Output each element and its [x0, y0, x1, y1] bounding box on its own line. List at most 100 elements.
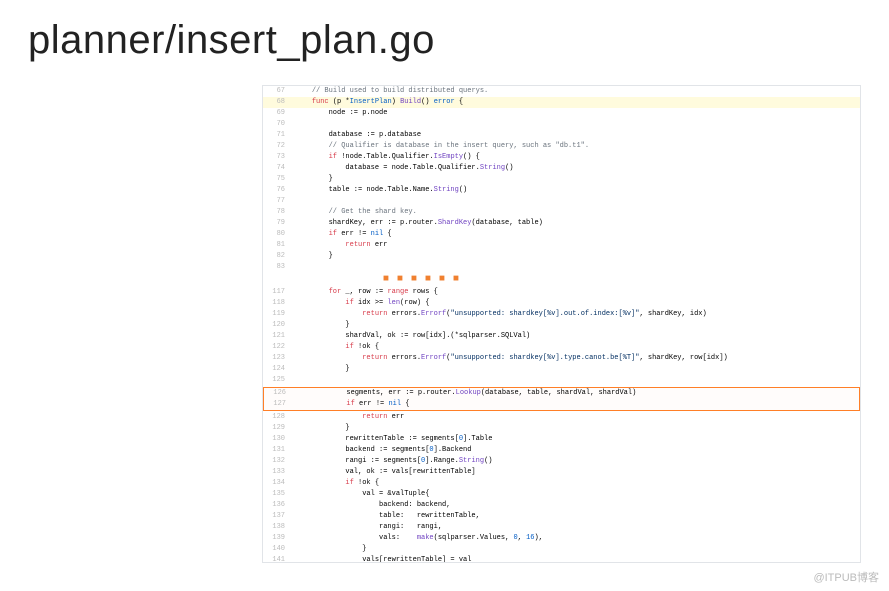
code-line: 82 } — [263, 251, 860, 262]
code-content: for _, row := range rows { — [291, 287, 860, 298]
code-content: rangi := segments[0].Range.String() — [291, 456, 860, 467]
code-line: 130 rewrittenTable := segments[0].Table — [263, 434, 860, 445]
code-line: 126 segments, err := p.router.Lookup(dat… — [264, 388, 859, 399]
code-content: } — [291, 320, 860, 331]
code-line: 74 database = node.Table.Qualifier.Strin… — [263, 163, 860, 174]
code-content: node := p.node — [291, 108, 860, 119]
line-number: 79 — [263, 218, 291, 229]
code-content: func (p *InsertPlan) Build() error { — [291, 97, 860, 108]
code-content: } — [291, 174, 860, 185]
code-line: 129 } — [263, 423, 860, 434]
code-line: 69 node := p.node — [263, 108, 860, 119]
line-number: 68 — [263, 97, 291, 108]
code-content: database := p.database — [291, 130, 860, 141]
code-body: 67 // Build used to build distributed qu… — [263, 86, 860, 563]
line-number: 83 — [263, 262, 291, 273]
highlighted-code-box: 126 segments, err := p.router.Lookup(dat… — [263, 387, 860, 411]
code-content: return errors.Errorf("unsupported: shard… — [291, 309, 860, 320]
code-line: 137 table: rewrittenTable, — [263, 511, 860, 522]
code-line: 127 if err != nil { — [264, 399, 859, 410]
code-line: 73 if !node.Table.Qualifier.IsEmpty() { — [263, 152, 860, 163]
code-line: 123 return errors.Errorf("unsupported: s… — [263, 353, 860, 364]
code-line: 81 return err — [263, 240, 860, 251]
code-line: 121 shardVal, ok := row[idx].(*sqlparser… — [263, 331, 860, 342]
code-line: 71 database := p.database — [263, 130, 860, 141]
code-content: } — [291, 423, 860, 434]
code-content: val, ok := vals[rewrittenTable] — [291, 467, 860, 478]
code-content: val = &valTuple{ — [291, 489, 860, 500]
line-number: 127 — [264, 399, 292, 410]
code-line: 138 rangi: rangi, — [263, 522, 860, 533]
line-number: 82 — [263, 251, 291, 262]
code-line: 139 vals: make(sqlparser.Values, 0, 16), — [263, 533, 860, 544]
code-content: return errors.Errorf("unsupported: shard… — [291, 353, 860, 364]
line-number: 133 — [263, 467, 291, 478]
code-content: table := node.Table.Name.String() — [291, 185, 860, 196]
code-content: // Qualifier is database in the insert q… — [291, 141, 860, 152]
line-number: 134 — [263, 478, 291, 489]
line-number: 118 — [263, 298, 291, 309]
code-content: } — [291, 251, 860, 262]
watermark: @ITPUB博客 — [813, 569, 879, 585]
code-ellipsis: ■ ■ ■ ■ ■ ■ — [263, 273, 860, 287]
code-line: 76 table := node.Table.Name.String() — [263, 185, 860, 196]
code-content: shardKey, err := p.router.ShardKey(datab… — [291, 218, 860, 229]
code-line: 133 val, ok := vals[rewrittenTable] — [263, 467, 860, 478]
code-line: 124 } — [263, 364, 860, 375]
code-line: 122 if !ok { — [263, 342, 860, 353]
code-line: 134 if !ok { — [263, 478, 860, 489]
code-content: // Build used to build distributed query… — [291, 86, 860, 97]
line-number: 71 — [263, 130, 291, 141]
line-number: 73 — [263, 152, 291, 163]
code-content: database = node.Table.Qualifier.String() — [291, 163, 860, 174]
line-number: 78 — [263, 207, 291, 218]
line-number: 75 — [263, 174, 291, 185]
code-content: if !ok { — [291, 478, 860, 489]
code-content: if !ok { — [291, 342, 860, 353]
line-number: 81 — [263, 240, 291, 251]
line-number: 139 — [263, 533, 291, 544]
code-content: rewrittenTable := segments[0].Table — [291, 434, 860, 445]
line-number: 119 — [263, 309, 291, 320]
code-line: 117 for _, row := range rows { — [263, 287, 860, 298]
code-line: 135 val = &valTuple{ — [263, 489, 860, 500]
code-line: 72 // Qualifier is database in the inser… — [263, 141, 860, 152]
line-number: 137 — [263, 511, 291, 522]
code-content: if !node.Table.Qualifier.IsEmpty() { — [291, 152, 860, 163]
code-content: backend := segments[0].Backend — [291, 445, 860, 456]
line-number: 124 — [263, 364, 291, 375]
code-line: 79 shardKey, err := p.router.ShardKey(da… — [263, 218, 860, 229]
code-content: } — [291, 544, 860, 555]
code-line: 77 — [263, 196, 860, 207]
code-content: if err != nil { — [291, 229, 860, 240]
code-line: 78 // Get the shard key. — [263, 207, 860, 218]
code-content: rangi: rangi, — [291, 522, 860, 533]
code-line: 70 — [263, 119, 860, 130]
code-line: 125 — [263, 375, 860, 386]
code-content: if idx >= len(row) { — [291, 298, 860, 309]
line-number: 76 — [263, 185, 291, 196]
code-content: // Get the shard key. — [291, 207, 860, 218]
code-line: 67 // Build used to build distributed qu… — [263, 86, 860, 97]
code-content: vals[rewrittenTable] = val — [291, 555, 860, 563]
code-line: 128 return err — [263, 412, 860, 423]
line-number: 69 — [263, 108, 291, 119]
code-line: 136 backend: backend, — [263, 500, 860, 511]
code-line: 140 } — [263, 544, 860, 555]
code-content: segments, err := p.router.Lookup(databas… — [292, 388, 859, 399]
code-content: vals: make(sqlparser.Values, 0, 16), — [291, 533, 860, 544]
code-content: shardVal, ok := row[idx].(*sqlparser.SQL… — [291, 331, 860, 342]
line-number: 141 — [263, 555, 291, 563]
line-number: 130 — [263, 434, 291, 445]
line-number: 123 — [263, 353, 291, 364]
code-content: if err != nil { — [292, 399, 859, 410]
code-content: } — [291, 364, 860, 375]
code-line: 118 if idx >= len(row) { — [263, 298, 860, 309]
line-number: 140 — [263, 544, 291, 555]
code-line: 120 } — [263, 320, 860, 331]
line-number: 80 — [263, 229, 291, 240]
line-number: 125 — [263, 375, 291, 386]
line-number: 77 — [263, 196, 291, 207]
line-number: 129 — [263, 423, 291, 434]
line-number: 117 — [263, 287, 291, 298]
